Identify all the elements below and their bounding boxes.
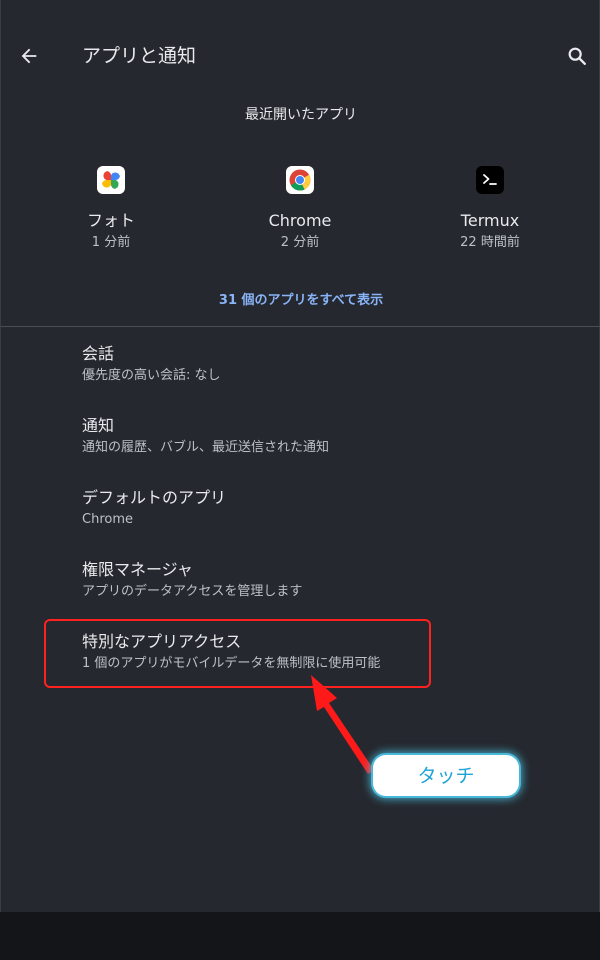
navigation-bar (0, 912, 600, 960)
touch-callout: タッチ (373, 755, 519, 796)
callout-text: タッチ (417, 764, 475, 787)
settings-screen: アプリと通知 最近開いたアプリ フォト 1 分前 Chrome 2 分前 Ter… (0, 0, 600, 912)
